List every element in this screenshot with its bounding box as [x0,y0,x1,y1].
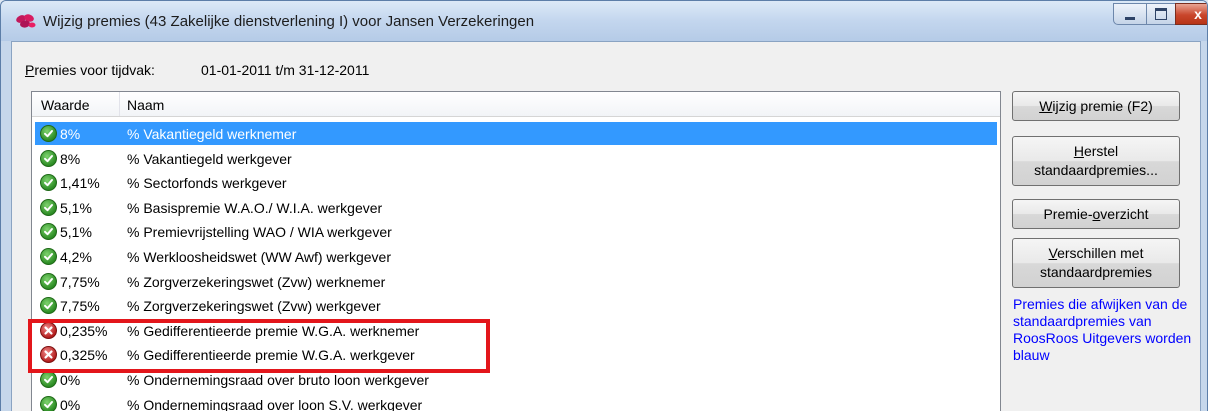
row-value: 5,1% [60,224,92,241]
herstel-label-line2: standaardpremies... [1034,162,1158,178]
herstel-label-line1: erstel [1083,143,1119,159]
row-name: % Premievrijstelling WAO / WIA werkgever [127,224,392,241]
row-name: % Zorgverzekeringswet (Zvw) werknemer [127,273,386,290]
highlight-annotation-box [28,319,490,373]
row-name: % Ondernemingsraad over bruto loon werkg… [127,372,429,388]
check-status-icon [40,371,57,388]
check-status-icon [40,223,57,241]
row-value: 5,1% [60,199,92,216]
row-name: % Ondernemingsraad over loon S.V. werkge… [127,396,423,411]
window-title: Wijzig premies (43 Zakelijke dienstverle… [43,13,535,30]
check-status-icon [40,297,57,315]
table-row[interactable]: 7,75% % Zorgverzekeringswet (Zvw) werkgev… [35,294,997,317]
verschillen-label-line1: erschillen met [1057,245,1144,261]
close-icon: x [1194,6,1202,22]
info-text: Premies die afwijken van de standaardpre… [1013,296,1192,363]
check-status-icon [40,198,57,216]
herstel-accel: H [1073,143,1084,159]
period-label-accel: P [25,62,35,78]
table-row[interactable]: 4,2% % Werkloosheidswet (WW Awf) werkgeve… [35,245,997,268]
app-logo-icon [15,12,37,30]
close-button[interactable]: x [1175,3,1207,25]
check-status-icon [40,395,57,411]
verschillen-accel: V [1048,245,1058,261]
list-header: Waarde Naam [32,92,1000,117]
check-status-icon [40,272,57,290]
table-row[interactable]: 0% % Ondernemingsraad over loon S.V. werk… [35,393,997,411]
minimize-icon [1125,16,1135,20]
row-value: 8% [60,150,81,167]
table-row[interactable]: 8% % Vakantiegeld werknemer [35,122,997,145]
row-name: % Sectorfonds werkgever [127,175,287,192]
check-status-icon [40,174,57,192]
period-value: 01-01-2011 t/m 31-12-2011 [201,62,370,78]
row-value: 8% [60,126,81,142]
row-name: % Werkloosheidswet (WW Awf) werkgever [127,249,391,265]
check-status-icon [40,248,57,265]
table-row[interactable]: 5,1% % Basispremie W.A.O./ W.I.A. werkgev… [35,196,997,219]
table-row[interactable]: 5,1% % Premievrijstelling WAO / WIA werkg… [35,220,997,243]
row-name: % Vakantiegeld werknemer [127,126,297,142]
verschillen-standaardpremies-button[interactable]: Verschillen met standaardpremies [1012,238,1180,288]
wijzig-accel: W [1039,98,1053,114]
premie-overzicht-button[interactable]: Premie-overzicht [1012,199,1180,229]
wijzig-label: ijzig premie (F2) [1052,98,1153,114]
check-status-icon [40,125,57,142]
check-status-icon [40,149,57,167]
table-row[interactable]: 8% % Vakantiegeld werkgever [35,147,997,170]
overzicht-label-before: Premie- [1043,206,1093,222]
table-row[interactable]: 1,41% % Sectorfonds werkgever [35,171,997,194]
verschillen-label-line2: standaardpremies [1039,264,1153,280]
column-header-naam[interactable]: Naam [127,97,164,113]
maximize-button[interactable] [1146,3,1176,25]
wijzig-premie-button[interactable]: Wijzig premie (F2) [1012,91,1180,121]
minimize-button[interactable] [1113,3,1147,25]
row-value: 0% [60,372,81,388]
period-label-rest: remies voor tijdvak: [34,62,155,78]
row-name: % Zorgverzekeringswet (Zvw) werkgever [127,298,381,315]
overzicht-label-after: verzicht [1100,206,1149,222]
row-value: 0% [60,396,81,411]
premies-window: Wijzig premies (43 Zakelijke dienstverle… [0,0,1208,411]
row-value: 4,2% [60,249,92,265]
row-name: % Basispremie W.A.O./ W.I.A. werkgever [127,199,383,216]
row-name: % Vakantiegeld werkgever [127,150,292,167]
table-row[interactable]: 7,75% % Zorgverzekeringswet (Zvw) werknem… [35,270,997,293]
column-divider[interactable] [119,92,120,116]
title-bar[interactable]: Wijzig premies (43 Zakelijke dienstverle… [1,1,1207,41]
maximize-icon [1155,8,1167,20]
row-value: 1,41% [60,175,100,192]
herstel-standaardpremies-button[interactable]: Herstel standaardpremies... [1012,136,1180,186]
row-value: 7,75% [60,298,100,315]
column-header-waarde[interactable]: Waarde [41,97,90,113]
row-value: 7,75% [60,273,100,290]
period-label: Premies voor tijdvak: [25,62,155,78]
